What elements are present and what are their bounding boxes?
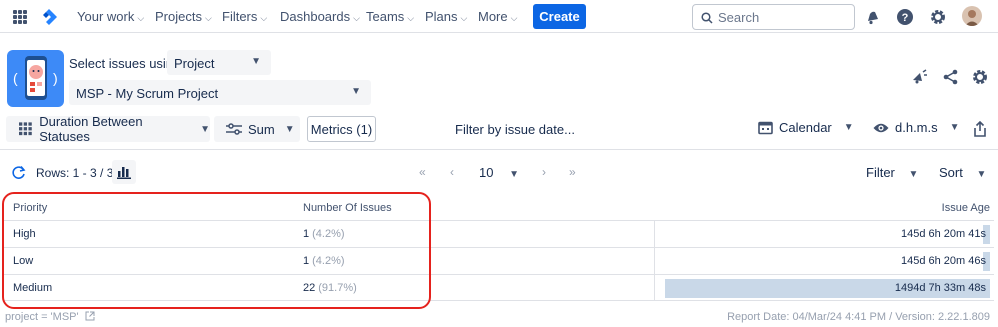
chevron-down-icon: ▼ bbox=[843, 122, 854, 133]
issue-age-cell: 1494d 7h 33m 48s bbox=[894, 282, 986, 294]
nav-more[interactable]: More ⌵ bbox=[478, 9, 517, 24]
settings-icon[interactable] bbox=[971, 68, 989, 86]
nav-label: More bbox=[478, 9, 508, 24]
avatar[interactable] bbox=[962, 6, 982, 26]
chevron-down-icon: ⌵ bbox=[137, 13, 145, 23]
project-select-value: MSP - My Scrum Project bbox=[76, 86, 219, 101]
chevron-down-icon: ▼ bbox=[251, 56, 261, 67]
report-type-label: Duration Between Statuses bbox=[39, 114, 143, 144]
highlight-annotation bbox=[2, 192, 431, 309]
aggregation-select[interactable]: Sum ▼ bbox=[214, 116, 300, 142]
rows-bar: Rows: 1 - 3 / 3 « ‹ 10 ▼ › » Filter ▼ So… bbox=[0, 152, 998, 190]
chevron-down-icon: ⌵ bbox=[260, 13, 268, 23]
page-size-value: 10 bbox=[479, 165, 494, 180]
filter-by-date-button[interactable]: Filter by issue date... bbox=[455, 122, 575, 137]
query-text: project = 'MSP' bbox=[5, 311, 79, 323]
issue-age-cell: 145d 6h 20m 41s bbox=[900, 228, 986, 240]
announcement-icon[interactable] bbox=[911, 68, 929, 86]
top-navigation: Your work ⌵ Projects ⌵ Filters ⌵ Dashboards… bbox=[0, 0, 998, 33]
aggregation-label: Sum bbox=[248, 121, 275, 137]
external-link-icon bbox=[85, 311, 95, 321]
nav-projects[interactable]: Projects ⌵ bbox=[155, 9, 212, 24]
last-page-icon[interactable]: » bbox=[569, 165, 576, 179]
help-icon[interactable]: ? bbox=[896, 8, 914, 26]
grid-icon bbox=[19, 122, 32, 136]
column-divider bbox=[654, 220, 655, 300]
settings-icon[interactable] bbox=[929, 8, 947, 26]
nav-teams[interactable]: Teams ⌵ bbox=[366, 9, 414, 24]
chevron-down-icon: ⌵ bbox=[353, 13, 360, 23]
calendar-select[interactable]: Calendar ▼ bbox=[758, 120, 854, 135]
source-select[interactable]: Project ▼ bbox=[167, 50, 271, 75]
app-logo-icon: ( ) bbox=[7, 50, 64, 107]
issue-age-cell: 145d 6h 20m 46s bbox=[900, 255, 986, 267]
calendar-icon bbox=[758, 121, 773, 135]
create-button[interactable]: Create bbox=[533, 4, 586, 29]
jira-logo-icon[interactable] bbox=[40, 8, 58, 26]
query-link[interactable]: project = 'MSP' bbox=[5, 311, 95, 323]
filter-label: Filter bbox=[866, 165, 895, 180]
svg-text:?: ? bbox=[902, 12, 909, 24]
chevron-down-icon: ⌵ bbox=[204, 13, 212, 23]
chevron-down-icon: ⌵ bbox=[460, 13, 468, 23]
chevron-down-icon: ▼ bbox=[949, 122, 960, 133]
svg-text:): ) bbox=[53, 70, 58, 86]
report-info: Report Date: 04/Mar/24 4:41 PM / Version… bbox=[727, 311, 990, 323]
column-header-issue-age[interactable]: Issue Age bbox=[942, 196, 990, 220]
sort-label: Sort bbox=[939, 165, 963, 180]
sort-button[interactable]: Sort ▼ bbox=[939, 165, 986, 180]
search-input[interactable]: Search bbox=[692, 4, 855, 30]
chevron-down-icon: ▼ bbox=[284, 123, 295, 135]
nav-label: Dashboards bbox=[280, 9, 351, 24]
svg-text:(: ( bbox=[13, 70, 18, 86]
chevron-down-icon: ▼ bbox=[509, 169, 519, 180]
bar-chart-icon bbox=[117, 167, 131, 179]
chevron-down-icon: ⌵ bbox=[407, 13, 415, 23]
sliders-icon bbox=[226, 123, 242, 135]
chevron-down-icon: ▼ bbox=[908, 169, 919, 180]
previous-page-icon[interactable]: ‹ bbox=[450, 165, 454, 179]
nav-label: Teams bbox=[366, 9, 405, 24]
next-page-icon[interactable]: › bbox=[542, 165, 546, 179]
search-icon bbox=[701, 12, 713, 24]
nav-your-work[interactable]: Your work ⌵ bbox=[77, 9, 144, 24]
nav-label: Projects bbox=[155, 9, 202, 24]
page-size-select[interactable]: 10 ▼ bbox=[479, 165, 519, 180]
calendar-label: Calendar bbox=[779, 120, 832, 135]
select-issues-label: Select issues using bbox=[69, 56, 181, 71]
nav-label: Your work bbox=[77, 9, 135, 24]
notifications-icon[interactable] bbox=[864, 8, 882, 26]
eye-icon bbox=[873, 123, 889, 132]
nav-label: Plans bbox=[425, 9, 458, 24]
filter-button[interactable]: Filter ▼ bbox=[866, 165, 918, 180]
chart-toggle-button[interactable] bbox=[112, 160, 136, 184]
app-switcher-icon[interactable] bbox=[13, 10, 27, 24]
report-type-select[interactable]: Duration Between Statuses ▼ bbox=[6, 114, 210, 144]
nav-dashboards[interactable]: Dashboards ⌵ bbox=[280, 9, 360, 24]
chevron-down-icon: ▼ bbox=[200, 123, 210, 135]
refresh-icon[interactable] bbox=[11, 165, 26, 180]
project-select[interactable]: MSP - My Scrum Project ▼ bbox=[69, 80, 371, 105]
share-icon[interactable] bbox=[942, 68, 960, 86]
rows-count: Rows: 1 - 3 / 3 bbox=[36, 166, 114, 180]
chevron-down-icon: ▼ bbox=[976, 169, 987, 180]
report-toolbar: Duration Between Statuses ▼ Sum ▼ Metric… bbox=[0, 112, 998, 150]
nav-label: Filters bbox=[222, 9, 258, 24]
time-format-label: d.h.m.s bbox=[895, 120, 938, 135]
metrics-label: Metrics (1) bbox=[310, 121, 373, 137]
search-placeholder: Search bbox=[718, 10, 760, 25]
chevron-down-icon: ⌵ bbox=[510, 13, 518, 23]
metrics-button[interactable]: Metrics (1) bbox=[307, 116, 376, 142]
time-format-select[interactable]: d.h.m.s ▼ bbox=[873, 120, 960, 135]
nav-filters[interactable]: Filters ⌵ bbox=[222, 9, 267, 24]
nav-plans[interactable]: Plans ⌵ bbox=[425, 9, 467, 24]
source-select-value: Project bbox=[174, 56, 215, 71]
export-icon[interactable] bbox=[973, 121, 987, 137]
first-page-icon[interactable]: « bbox=[419, 165, 426, 179]
chevron-down-icon: ▼ bbox=[351, 86, 361, 97]
